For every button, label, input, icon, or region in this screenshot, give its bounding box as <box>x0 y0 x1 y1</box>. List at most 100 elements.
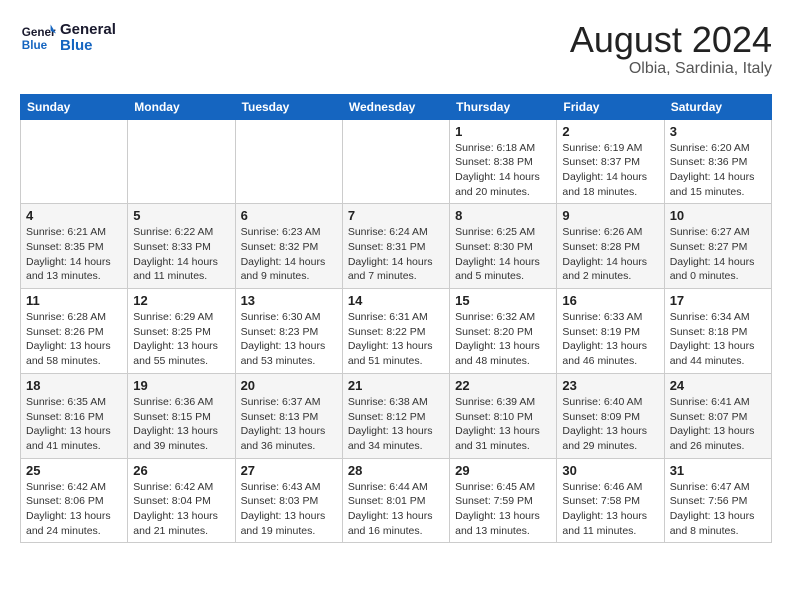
day-info: Sunrise: 6:45 AM Sunset: 7:59 PM Dayligh… <box>455 480 551 539</box>
calendar-cell: 9 Sunrise: 6:26 AM Sunset: 8:28 PM Daylig… <box>557 204 664 289</box>
column-header-sunday: Sunday <box>21 94 128 119</box>
day-number: 10 <box>670 208 766 223</box>
day-number: 2 <box>562 124 658 139</box>
calendar-header-row: SundayMondayTuesdayWednesdayThursdayFrid… <box>21 94 772 119</box>
day-info: Sunrise: 6:22 AM Sunset: 8:33 PM Dayligh… <box>133 225 229 284</box>
day-number: 29 <box>455 463 551 478</box>
day-info: Sunrise: 6:29 AM Sunset: 8:25 PM Dayligh… <box>133 310 229 369</box>
day-number: 31 <box>670 463 766 478</box>
day-info: Sunrise: 6:33 AM Sunset: 8:19 PM Dayligh… <box>562 310 658 369</box>
calendar-cell: 1 Sunrise: 6:18 AM Sunset: 8:38 PM Daylig… <box>450 119 557 204</box>
day-info: Sunrise: 6:23 AM Sunset: 8:32 PM Dayligh… <box>241 225 337 284</box>
day-info: Sunrise: 6:44 AM Sunset: 8:01 PM Dayligh… <box>348 480 444 539</box>
calendar-cell: 11Sunrise: 6:28 AM Sunset: 8:26 PM Dayli… <box>21 289 128 374</box>
calendar-cell: 13 Sunrise: 6:30 AM Sunset: 8:23 PM Dayli… <box>235 289 342 374</box>
calendar-week-row: 11Sunrise: 6:28 AM Sunset: 8:26 PM Dayli… <box>21 289 772 374</box>
calendar-cell: 21Sunrise: 6:38 AM Sunset: 8:12 PM Dayli… <box>342 373 449 458</box>
calendar-cell: 30Sunrise: 6:46 AM Sunset: 7:58 PM Dayli… <box>557 458 664 543</box>
day-number: 13 <box>241 293 337 308</box>
calendar-week-row: 1 Sunrise: 6:18 AM Sunset: 8:38 PM Daylig… <box>21 119 772 204</box>
day-number: 25 <box>26 463 122 478</box>
page-header: General Blue General Blue August 2024 Ol… <box>20 20 772 78</box>
calendar-cell: 7Sunrise: 6:24 AM Sunset: 8:31 PM Daylig… <box>342 204 449 289</box>
calendar-week-row: 25 Sunrise: 6:42 AM Sunset: 8:06 PM Dayli… <box>21 458 772 543</box>
day-info: Sunrise: 6:18 AM Sunset: 8:38 PM Dayligh… <box>455 141 551 200</box>
day-info: Sunrise: 6:35 AM Sunset: 8:16 PM Dayligh… <box>26 395 122 454</box>
logo-icon: General Blue <box>20 20 56 56</box>
day-info: Sunrise: 6:42 AM Sunset: 8:04 PM Dayligh… <box>133 480 229 539</box>
calendar-cell: 6 Sunrise: 6:23 AM Sunset: 8:32 PM Daylig… <box>235 204 342 289</box>
calendar-cell: 23Sunrise: 6:40 AM Sunset: 8:09 PM Dayli… <box>557 373 664 458</box>
logo-text-blue: Blue <box>60 38 116 55</box>
logo: General Blue General Blue <box>20 20 116 56</box>
day-number: 4 <box>26 208 122 223</box>
day-number: 8 <box>455 208 551 223</box>
day-number: 1 <box>455 124 551 139</box>
day-info: Sunrise: 6:38 AM Sunset: 8:12 PM Dayligh… <box>348 395 444 454</box>
column-header-thursday: Thursday <box>450 94 557 119</box>
day-number: 30 <box>562 463 658 478</box>
column-header-friday: Friday <box>557 94 664 119</box>
day-number: 15 <box>455 293 551 308</box>
day-info: Sunrise: 6:27 AM Sunset: 8:27 PM Dayligh… <box>670 225 766 284</box>
day-info: Sunrise: 6:36 AM Sunset: 8:15 PM Dayligh… <box>133 395 229 454</box>
calendar-cell: 24Sunrise: 6:41 AM Sunset: 8:07 PM Dayli… <box>664 373 771 458</box>
day-info: Sunrise: 6:43 AM Sunset: 8:03 PM Dayligh… <box>241 480 337 539</box>
calendar-cell: 16 Sunrise: 6:33 AM Sunset: 8:19 PM Dayli… <box>557 289 664 374</box>
day-info: Sunrise: 6:21 AM Sunset: 8:35 PM Dayligh… <box>26 225 122 284</box>
calendar-cell: 8Sunrise: 6:25 AM Sunset: 8:30 PM Daylig… <box>450 204 557 289</box>
calendar-cell: 26Sunrise: 6:42 AM Sunset: 8:04 PM Dayli… <box>128 458 235 543</box>
calendar-cell: 4 Sunrise: 6:21 AM Sunset: 8:35 PM Daylig… <box>21 204 128 289</box>
day-number: 11 <box>26 293 122 308</box>
page-subtitle: Olbia, Sardinia, Italy <box>570 60 772 78</box>
day-info: Sunrise: 6:39 AM Sunset: 8:10 PM Dayligh… <box>455 395 551 454</box>
column-header-monday: Monday <box>128 94 235 119</box>
day-info: Sunrise: 6:30 AM Sunset: 8:23 PM Dayligh… <box>241 310 337 369</box>
day-info: Sunrise: 6:32 AM Sunset: 8:20 PM Dayligh… <box>455 310 551 369</box>
day-number: 17 <box>670 293 766 308</box>
calendar-cell: 15 Sunrise: 6:32 AM Sunset: 8:20 PM Dayli… <box>450 289 557 374</box>
day-info: Sunrise: 6:41 AM Sunset: 8:07 PM Dayligh… <box>670 395 766 454</box>
day-number: 12 <box>133 293 229 308</box>
calendar-cell <box>342 119 449 204</box>
day-info: Sunrise: 6:37 AM Sunset: 8:13 PM Dayligh… <box>241 395 337 454</box>
day-info: Sunrise: 6:31 AM Sunset: 8:22 PM Dayligh… <box>348 310 444 369</box>
calendar-cell: 31 Sunrise: 6:47 AM Sunset: 7:56 PM Dayli… <box>664 458 771 543</box>
day-info: Sunrise: 6:47 AM Sunset: 7:56 PM Dayligh… <box>670 480 766 539</box>
day-info: Sunrise: 6:42 AM Sunset: 8:06 PM Dayligh… <box>26 480 122 539</box>
calendar-cell: 18 Sunrise: 6:35 AM Sunset: 8:16 PM Dayli… <box>21 373 128 458</box>
day-number: 18 <box>26 378 122 393</box>
day-number: 6 <box>241 208 337 223</box>
calendar-cell: 25 Sunrise: 6:42 AM Sunset: 8:06 PM Dayli… <box>21 458 128 543</box>
page-title: August 2024 <box>570 20 772 60</box>
day-number: 16 <box>562 293 658 308</box>
day-number: 5 <box>133 208 229 223</box>
day-info: Sunrise: 6:26 AM Sunset: 8:28 PM Dayligh… <box>562 225 658 284</box>
logo-text-general: General <box>60 22 116 39</box>
calendar-table: SundayMondayTuesdayWednesdayThursdayFrid… <box>20 94 772 544</box>
calendar-cell: 10 Sunrise: 6:27 AM Sunset: 8:27 PM Dayli… <box>664 204 771 289</box>
svg-text:Blue: Blue <box>22 39 48 52</box>
day-number: 19 <box>133 378 229 393</box>
calendar-cell: 20 Sunrise: 6:37 AM Sunset: 8:13 PM Dayli… <box>235 373 342 458</box>
calendar-cell: 27 Sunrise: 6:43 AM Sunset: 8:03 PM Dayli… <box>235 458 342 543</box>
calendar-cell <box>128 119 235 204</box>
day-number: 9 <box>562 208 658 223</box>
day-info: Sunrise: 6:24 AM Sunset: 8:31 PM Dayligh… <box>348 225 444 284</box>
column-header-wednesday: Wednesday <box>342 94 449 119</box>
day-info: Sunrise: 6:40 AM Sunset: 8:09 PM Dayligh… <box>562 395 658 454</box>
column-header-saturday: Saturday <box>664 94 771 119</box>
day-info: Sunrise: 6:20 AM Sunset: 8:36 PM Dayligh… <box>670 141 766 200</box>
day-number: 28 <box>348 463 444 478</box>
day-number: 3 <box>670 124 766 139</box>
day-number: 14 <box>348 293 444 308</box>
calendar-cell: 14 Sunrise: 6:31 AM Sunset: 8:22 PM Dayli… <box>342 289 449 374</box>
calendar-cell: 28 Sunrise: 6:44 AM Sunset: 8:01 PM Dayli… <box>342 458 449 543</box>
calendar-cell: 12 Sunrise: 6:29 AM Sunset: 8:25 PM Dayli… <box>128 289 235 374</box>
day-number: 22 <box>455 378 551 393</box>
calendar-cell: 22 Sunrise: 6:39 AM Sunset: 8:10 PM Dayli… <box>450 373 557 458</box>
day-number: 27 <box>241 463 337 478</box>
calendar-cell: 2Sunrise: 6:19 AM Sunset: 8:37 PM Daylig… <box>557 119 664 204</box>
calendar-cell: 17Sunrise: 6:34 AM Sunset: 8:18 PM Dayli… <box>664 289 771 374</box>
day-number: 20 <box>241 378 337 393</box>
